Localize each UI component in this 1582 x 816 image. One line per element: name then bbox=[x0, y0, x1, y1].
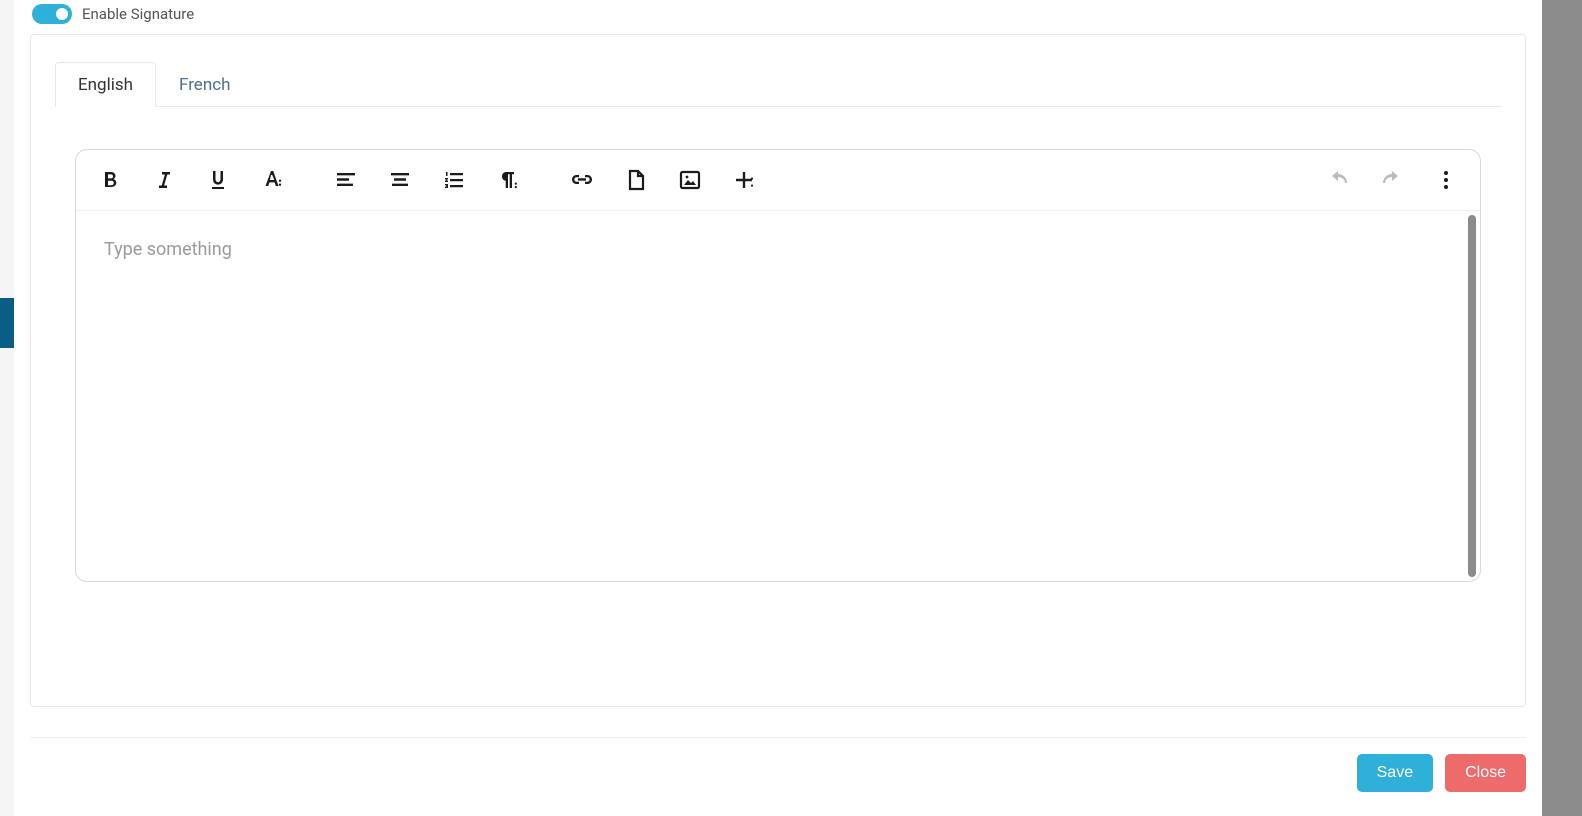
link-icon[interactable] bbox=[568, 166, 596, 194]
align-center-icon[interactable] bbox=[386, 166, 414, 194]
tab-english[interactable]: English bbox=[55, 62, 156, 107]
toolbar-group-history bbox=[1324, 166, 1460, 194]
file-icon[interactable] bbox=[622, 166, 650, 194]
bold-icon[interactable] bbox=[96, 166, 124, 194]
paragraph-format-icon[interactable] bbox=[494, 166, 522, 194]
toolbar-group-text bbox=[96, 166, 286, 194]
save-button[interactable]: Save bbox=[1357, 754, 1433, 792]
editor-body: Type something bbox=[76, 211, 1480, 581]
ordered-list-icon[interactable] bbox=[440, 166, 468, 194]
close-button[interactable]: Close bbox=[1445, 754, 1526, 792]
editor-content-area[interactable]: Type something bbox=[76, 211, 1468, 581]
modal-footer: Save Close bbox=[30, 737, 1526, 800]
enable-signature-row: Enable Signature bbox=[30, 0, 1526, 34]
tab-french[interactable]: French bbox=[156, 62, 253, 107]
sidebar-active-marker bbox=[0, 298, 14, 348]
rich-text-editor: Type something bbox=[75, 149, 1481, 582]
toolbar-group-paragraph bbox=[332, 166, 522, 194]
toolbar-group-insert bbox=[568, 166, 758, 194]
insert-more-icon[interactable] bbox=[730, 166, 758, 194]
editor-placeholder: Type something bbox=[104, 239, 232, 260]
enable-signature-label: Enable Signature bbox=[82, 5, 194, 23]
italic-icon[interactable] bbox=[150, 166, 178, 194]
align-left-icon[interactable] bbox=[332, 166, 360, 194]
toggle-knob bbox=[54, 6, 70, 22]
modal-body: Enable Signature English French bbox=[14, 0, 1542, 707]
undo-icon[interactable] bbox=[1324, 166, 1352, 194]
text-style-icon[interactable] bbox=[258, 166, 286, 194]
signature-modal: Enable Signature English French bbox=[14, 0, 1542, 816]
enable-signature-toggle[interactable] bbox=[32, 4, 72, 24]
sidebar-sliver bbox=[0, 0, 14, 816]
editor-scrollbar[interactable] bbox=[1468, 215, 1476, 577]
tab-label: English bbox=[78, 75, 133, 95]
underline-icon[interactable] bbox=[204, 166, 232, 194]
redo-icon[interactable] bbox=[1378, 166, 1406, 194]
image-icon[interactable] bbox=[676, 166, 704, 194]
language-tabs: English French bbox=[55, 61, 1501, 107]
editor-toolbar bbox=[76, 150, 1480, 211]
more-vertical-icon[interactable] bbox=[1432, 166, 1460, 194]
tab-label: French bbox=[179, 75, 230, 95]
signature-panel: English French bbox=[30, 34, 1526, 707]
editor-scroll-thumb[interactable] bbox=[1468, 215, 1476, 577]
